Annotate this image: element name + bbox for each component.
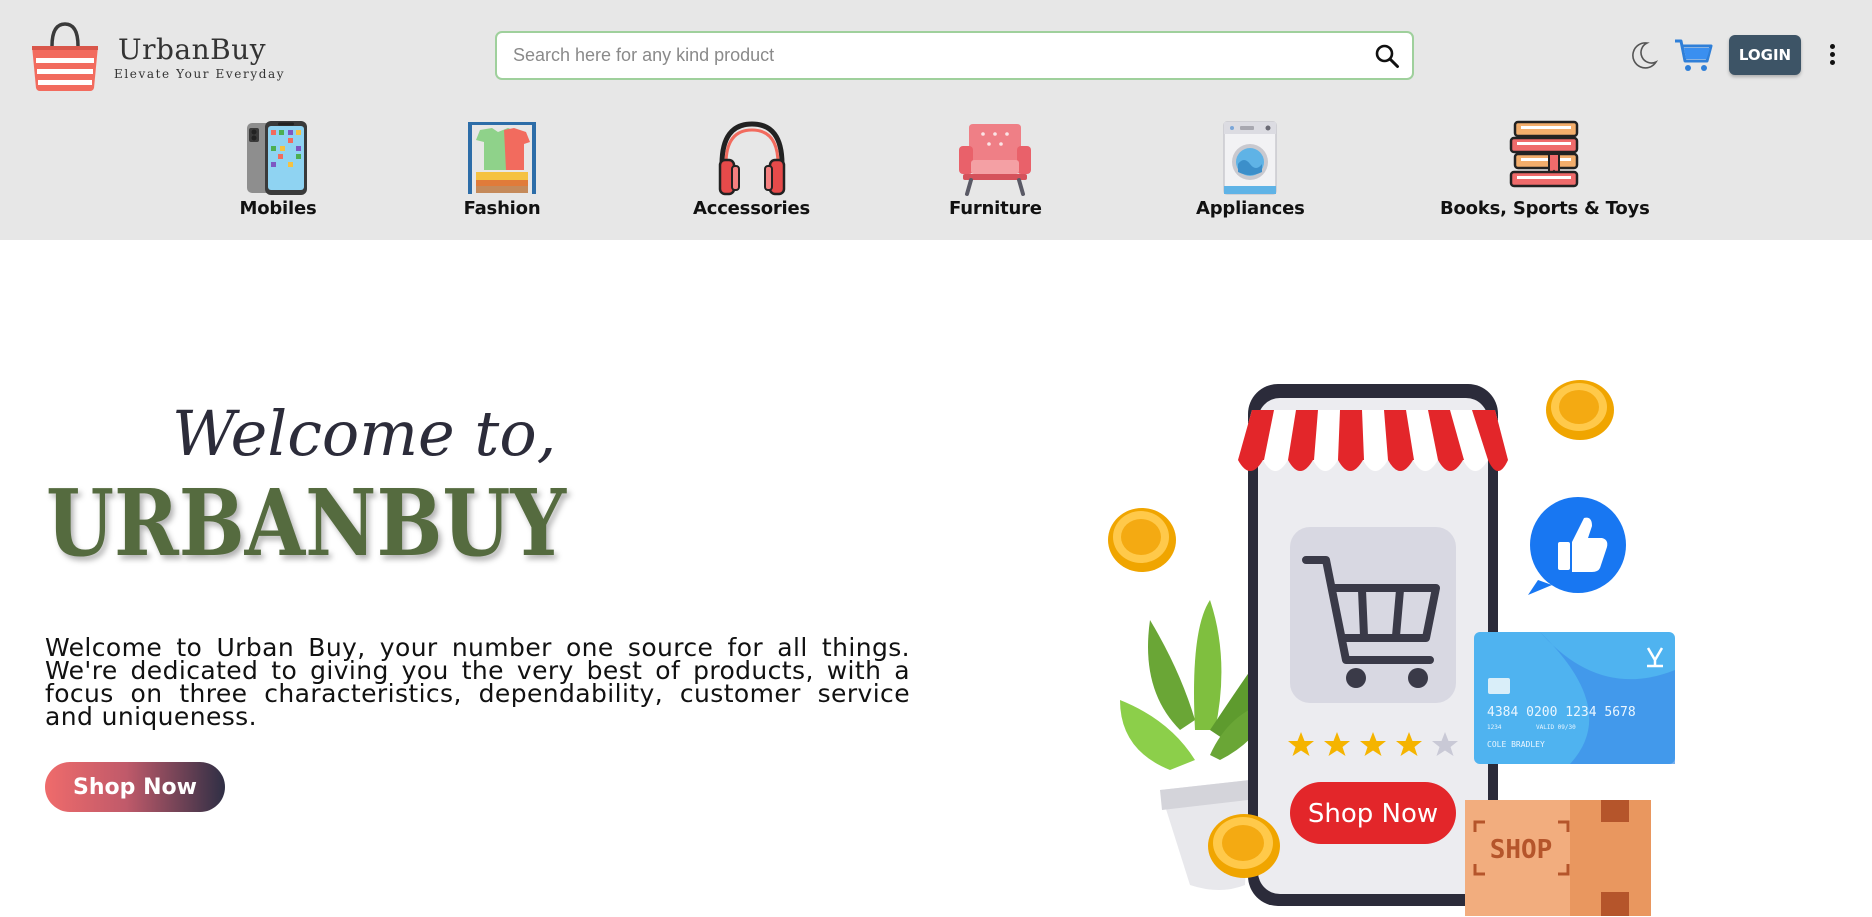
thumbs-up-icon xyxy=(1528,497,1626,595)
coin-icon xyxy=(1546,380,1614,440)
clothes-rack-icon xyxy=(468,122,536,194)
category-books-sports-toys[interactable]: Books, Sports & Toys xyxy=(1440,120,1650,219)
moon-icon[interactable] xyxy=(1628,39,1660,71)
category-label: Accessories xyxy=(693,198,811,219)
credit-card-icon: 4384 0200 1234 5678 1234 VALID 09/30 COL… xyxy=(1474,632,1675,764)
card-valid: VALID 09/30 xyxy=(1536,724,1576,731)
card-number: 4384 0200 1234 5678 xyxy=(1487,705,1636,720)
hero-description: Welcome to Urban Buy, your number one so… xyxy=(45,633,910,731)
shopping-bag-icon xyxy=(32,22,98,91)
coin-icon xyxy=(1208,814,1280,878)
category-label: Furniture xyxy=(949,198,1042,219)
category-furniture[interactable]: Furniture xyxy=(949,120,1042,219)
login-button[interactable]: LOGIN xyxy=(1729,35,1801,75)
illustration-shop-now-label: Shop Now xyxy=(1308,799,1438,829)
category-label: Books, Sports & Toys xyxy=(1440,198,1650,219)
brand-tagline: Elevate Your Everyday xyxy=(114,67,286,81)
welcome-heading-line2: URBANBUY xyxy=(46,469,567,577)
armchair-icon xyxy=(959,124,1032,196)
search-bar xyxy=(495,31,1414,80)
card-small-number: 1234 xyxy=(1487,724,1502,731)
brand-logo[interactable]: UrbanBuy Elevate Your Everyday xyxy=(28,20,285,92)
headphones-icon xyxy=(718,121,785,196)
search-input[interactable] xyxy=(513,33,1353,78)
search-icon[interactable] xyxy=(1374,43,1400,69)
books-icon xyxy=(1509,120,1579,188)
shop-now-button[interactable]: Shop Now xyxy=(45,762,225,812)
kebab-menu-icon[interactable] xyxy=(1826,42,1838,68)
category-mobiles[interactable]: Mobiles xyxy=(238,120,318,219)
category-label: Mobiles xyxy=(239,198,317,219)
welcome-heading: Welcome to, URBANBUY xyxy=(46,397,567,577)
welcome-heading-line1: Welcome to, xyxy=(172,397,556,470)
category-label: Appliances xyxy=(1196,198,1305,219)
category-accessories[interactable]: Accessories xyxy=(693,120,810,219)
brand-name: UrbanBuy xyxy=(118,33,267,66)
category-appliances[interactable]: Appliances xyxy=(1196,120,1305,219)
site-header: UrbanBuy Elevate Your Everyday LOGIN xyxy=(0,0,1872,240)
shop-box-icon: SHOP xyxy=(1465,800,1651,916)
mobile-phone-icon xyxy=(247,121,307,195)
washing-machine-icon xyxy=(1223,121,1278,195)
cart-icon[interactable] xyxy=(1674,37,1714,73)
category-label: Fashion xyxy=(463,198,541,219)
hero-illustration: Shop Now 4384 0200 1234 5678 1234 VALID … xyxy=(1108,380,1675,916)
shop-box-label: SHOP xyxy=(1490,835,1553,865)
category-fashion[interactable]: Fashion xyxy=(462,120,542,219)
coin-icon xyxy=(1108,508,1176,572)
card-holder: COLE BRADLEY xyxy=(1487,740,1545,749)
